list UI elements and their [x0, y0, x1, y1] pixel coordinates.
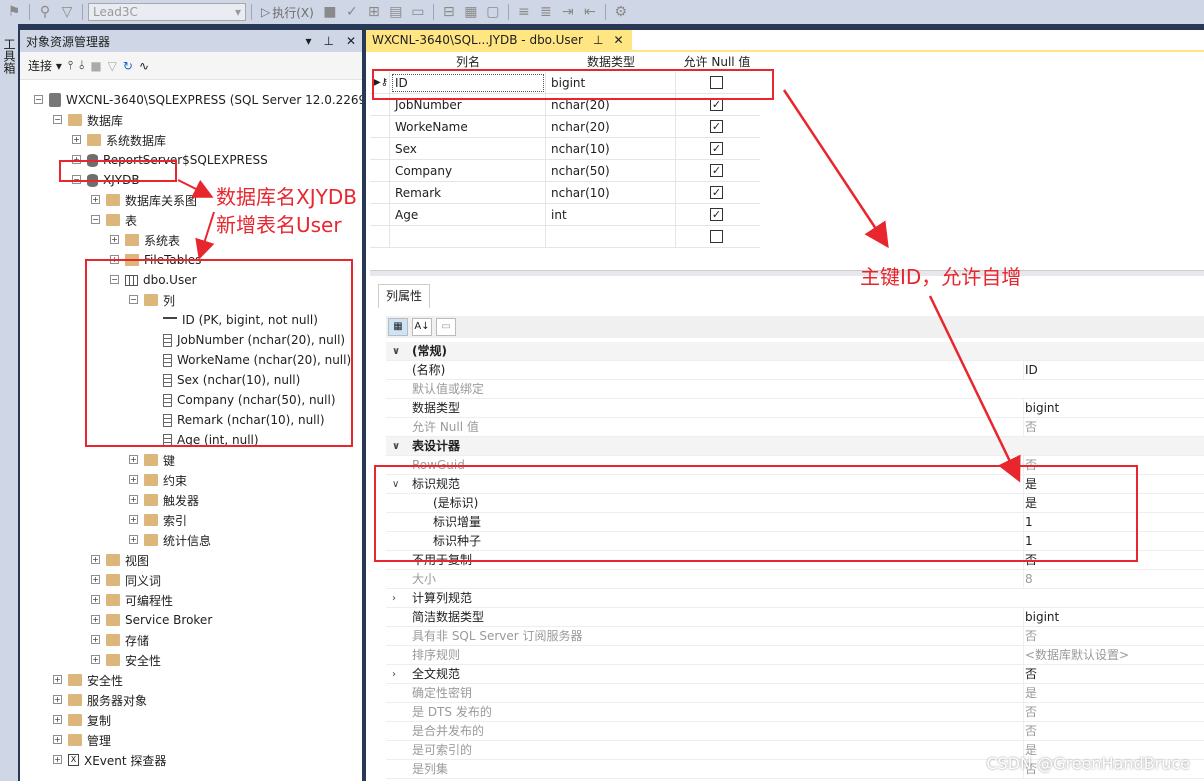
- arrow-pk-row: [782, 89, 889, 249]
- arrow-identity: [928, 295, 1021, 483]
- annotation-db-name: 数据库名XJYDB: [216, 185, 357, 209]
- annotation-arrows: [177, 89, 1021, 483]
- annotation-pk: 主键ID，允许自增: [860, 265, 1022, 289]
- arrow-db-note: [177, 179, 214, 198]
- arrow-table-note: [195, 211, 215, 260]
- annotation-table-name: 新增表名User: [216, 213, 342, 237]
- watermark: CSDN @GreenHandBruce: [986, 754, 1190, 773]
